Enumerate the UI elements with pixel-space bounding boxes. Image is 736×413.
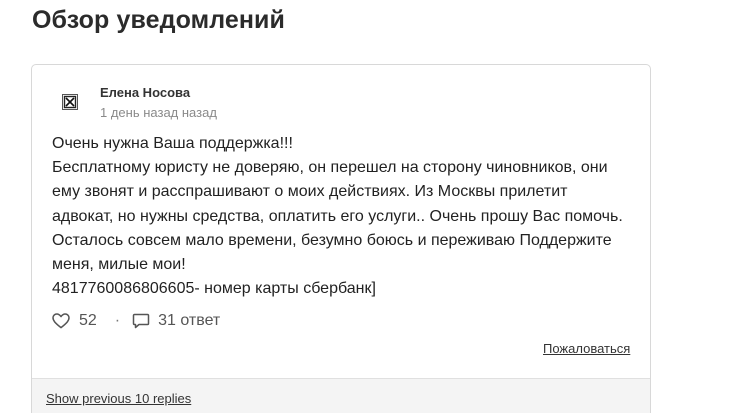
comment-icon[interactable] — [132, 313, 150, 329]
post-timestamp: 1 день назад назад — [100, 105, 217, 120]
show-previous-replies-link[interactable]: Show previous 10 replies — [46, 391, 191, 406]
post-text-line: Очень нужна Ваша поддержка!!! — [52, 135, 293, 152]
post-actions: 52 · 31 ответ — [50, 309, 220, 333]
post-text: Очень нужна Ваша поддержка!!! Бесплатном… — [52, 132, 632, 301]
reply-count[interactable]: 31 ответ — [158, 312, 220, 330]
report-link[interactable]: Пожаловаться — [543, 341, 630, 356]
like-count[interactable]: 52 — [79, 312, 97, 330]
heart-icon[interactable] — [52, 313, 70, 329]
author-name[interactable]: Елена Носова — [100, 85, 190, 100]
broken-image-icon[interactable] — [62, 94, 78, 110]
post-text-line: Бесплатному юристу не доверяю, он переше… — [52, 159, 623, 274]
separator-dot: · — [114, 312, 121, 329]
replies-footer: Show previous 10 replies — [32, 378, 650, 413]
post-card: Елена Носова 1 день назад назад Очень ну… — [31, 64, 651, 413]
notifications-page: Обзор уведомлений Елена Носова 1 день на… — [0, 0, 736, 413]
page-title: Обзор уведомлений — [32, 6, 285, 34]
post-text-line: 4817760086806605- номер карты сбербанк] — [52, 280, 376, 298]
